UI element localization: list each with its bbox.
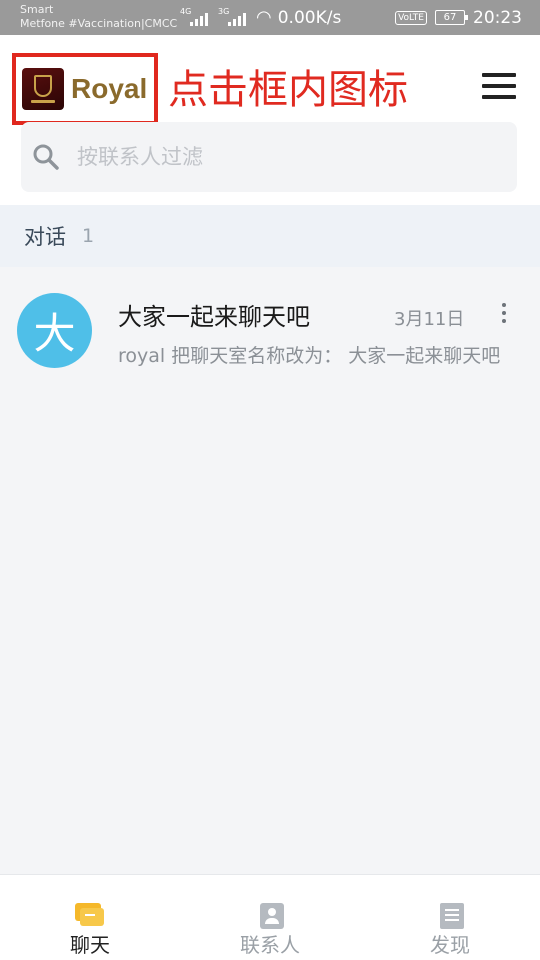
status-icons: 4G 3G ◠ 0.00K/s VoLTE 67 20:23 xyxy=(180,0,522,35)
carrier-info: Smart Metfone #Vaccination|CMCC xyxy=(20,3,177,31)
carrier-line-2: Metfone #Vaccination|CMCC xyxy=(20,17,178,30)
chat-preview: royal 把聊天室名称改为： 大家一起来聊天吧 xyxy=(118,345,501,367)
bottom-nav: 聊天 联系人 发现 xyxy=(0,874,540,960)
tab-chat[interactable]: 聊天 xyxy=(0,875,180,960)
brand-button[interactable]: Royal xyxy=(12,53,158,125)
section-count: 1 xyxy=(82,225,95,247)
hamburger-menu-icon[interactable] xyxy=(482,73,516,99)
signal-3g-icon: 3G xyxy=(218,7,248,28)
chat-date: 3月11日 xyxy=(394,309,465,330)
signal-4g-icon: 4G xyxy=(180,7,210,28)
chat-list-item[interactable]: 大 大家一起来聊天吧 3月11日 royal 把聊天室名称改为： 大家一起来聊天… xyxy=(0,267,540,377)
search-input[interactable] xyxy=(77,145,457,169)
tab-discover-label: 发现 xyxy=(430,933,470,957)
royal-logo-icon[interactable] xyxy=(22,68,64,110)
volte-badge: VoLTE xyxy=(395,10,427,25)
app-header: Royal 点击框内图标 xyxy=(0,35,540,205)
tab-chat-label: 聊天 xyxy=(70,933,110,957)
carrier-line-1: Smart xyxy=(20,3,54,16)
battery-level: 67 xyxy=(443,12,457,23)
chat-avatar[interactable]: 大 xyxy=(17,293,92,368)
tab-contacts-label: 联系人 xyxy=(240,933,300,957)
search-bar[interactable] xyxy=(21,122,517,192)
tab-discover[interactable]: 发现 xyxy=(360,875,540,960)
brand-name: Royal xyxy=(71,73,148,104)
battery-icon: 67 xyxy=(435,10,468,25)
section-title: 对话 xyxy=(24,225,66,249)
discover-doc-icon xyxy=(439,903,464,929)
tab-contacts[interactable]: 联系人 xyxy=(180,875,360,960)
conversations-section-header: 对话 1 xyxy=(0,205,540,267)
contacts-book-icon xyxy=(259,903,284,929)
annotation-text: 点击框内图标 xyxy=(168,67,408,113)
more-options-icon[interactable] xyxy=(498,303,510,323)
chat-bubbles-icon xyxy=(75,903,105,929)
search-icon xyxy=(33,144,59,170)
status-time: 20:23 xyxy=(473,7,522,28)
network-speed: 0.00K/s xyxy=(277,7,342,28)
wifi-icon: ◠ xyxy=(256,7,272,28)
chat-title: 大家一起来聊天吧 xyxy=(118,303,310,331)
status-bar: Smart Metfone #Vaccination|CMCC 4G 3G ◠ … xyxy=(0,0,540,35)
